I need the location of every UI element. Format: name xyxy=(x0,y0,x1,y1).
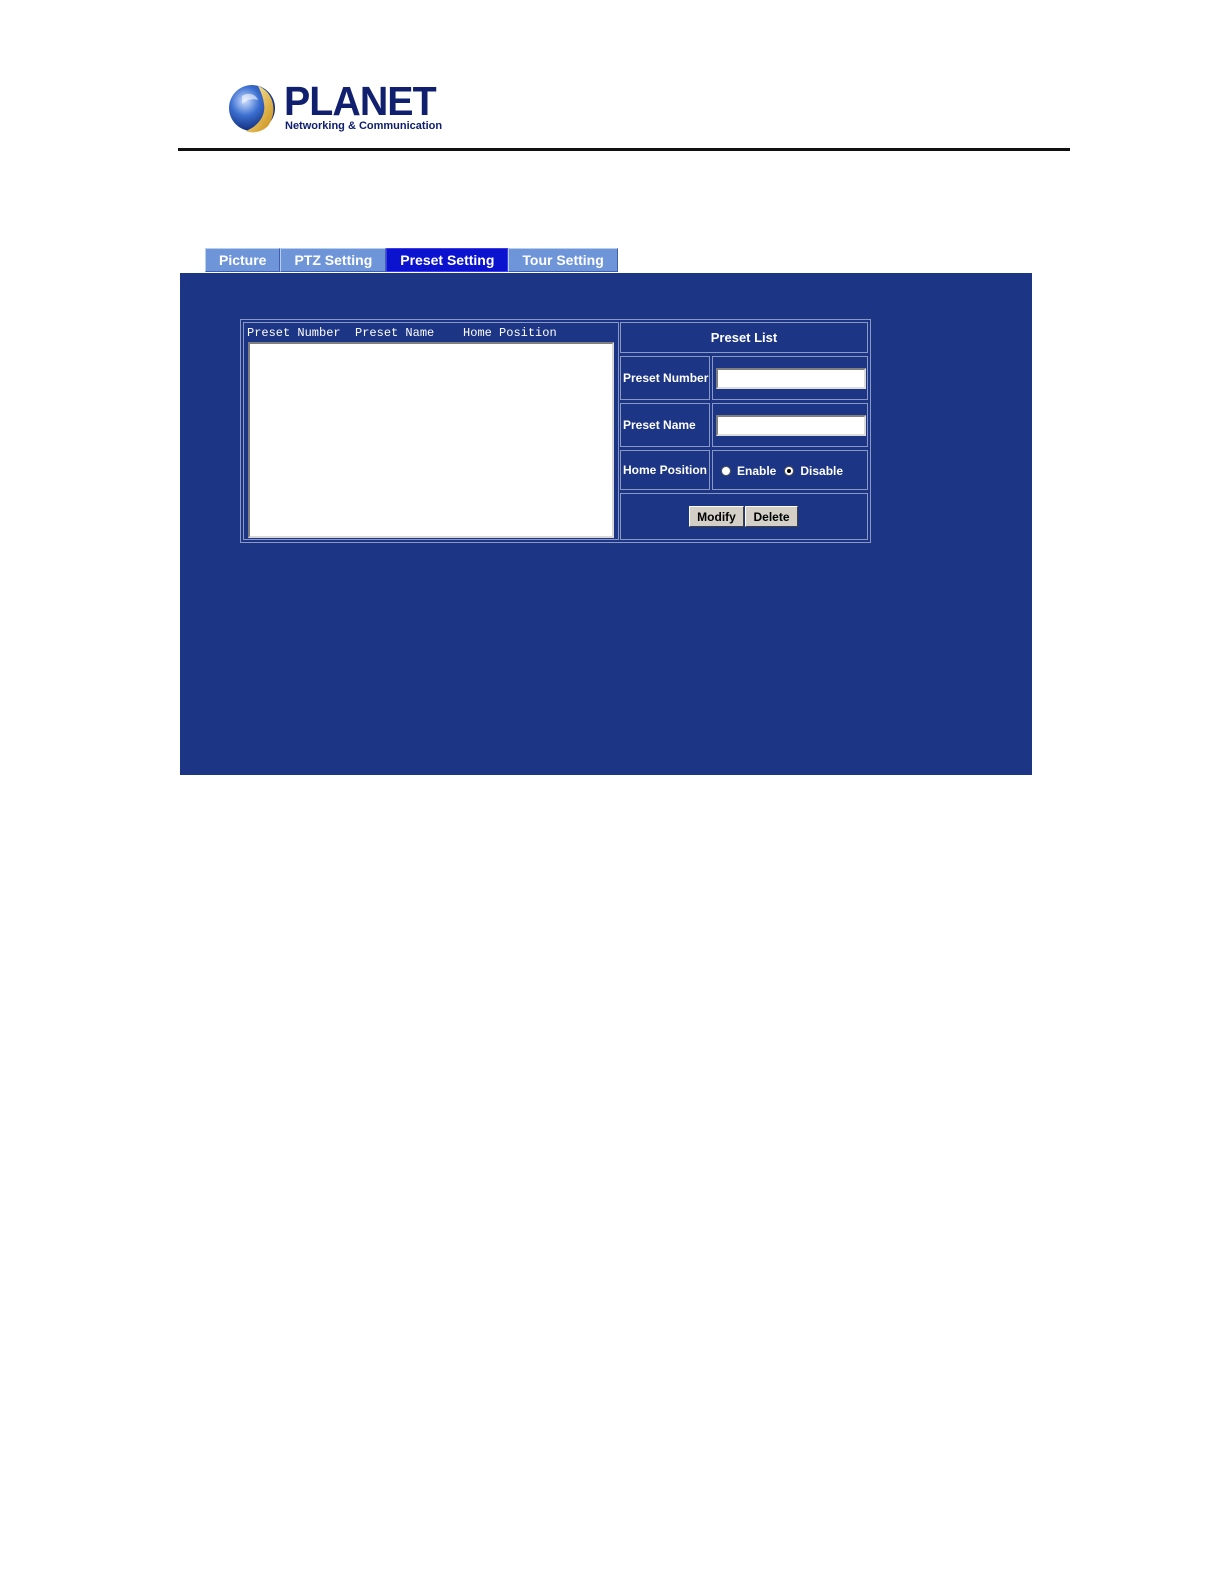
home-enable-radio[interactable] xyxy=(721,466,731,476)
tab-tour-setting[interactable]: Tour Setting xyxy=(508,248,618,272)
modify-button[interactable]: Modify xyxy=(689,506,744,527)
tab-ptz-setting[interactable]: PTZ Setting xyxy=(280,248,387,272)
planet-logo: PLANET Networking & Communication xyxy=(228,78,442,136)
home-disable-radio[interactable] xyxy=(784,466,795,476)
delete-button[interactable]: Delete xyxy=(745,506,798,527)
home-position-options: Enable Disable xyxy=(721,464,851,478)
logo-tagline: Networking & Communication xyxy=(285,120,443,132)
preset-frame: Preset Number Preset Name Home Position … xyxy=(240,319,871,543)
tab-picture[interactable]: Picture xyxy=(205,248,281,272)
preset-list-box: Preset Number Preset Name Home Position xyxy=(243,322,619,540)
content-panel: Preset Number Preset Name Home Position … xyxy=(180,273,1032,775)
preset-number-cell xyxy=(712,356,868,400)
preset-list-header: Preset Number Preset Name Home Position xyxy=(247,326,557,340)
tab-bar: Picture PTZ Setting Preset Setting Tour … xyxy=(205,248,618,272)
home-enable-label: Enable xyxy=(737,464,777,478)
tab-preset-setting[interactable]: Preset Setting xyxy=(386,248,509,272)
logo-wordmark: PLANET xyxy=(284,78,437,124)
globe-logo-icon xyxy=(229,85,275,133)
preset-number-label: Preset Number xyxy=(620,356,710,400)
action-cell: Modify Delete xyxy=(620,493,868,540)
preset-list[interactable] xyxy=(248,342,614,538)
home-position-cell: Enable Disable xyxy=(712,450,868,490)
home-disable-label: Disable xyxy=(800,464,844,478)
preset-name-label: Preset Name xyxy=(620,403,710,447)
preset-list-title: Preset List xyxy=(620,322,868,353)
preset-name-cell xyxy=(712,403,868,447)
header-divider xyxy=(178,148,1070,151)
home-position-label: Home Position xyxy=(620,450,710,490)
preset-number-input[interactable] xyxy=(716,368,866,389)
preset-name-input[interactable] xyxy=(716,415,866,436)
